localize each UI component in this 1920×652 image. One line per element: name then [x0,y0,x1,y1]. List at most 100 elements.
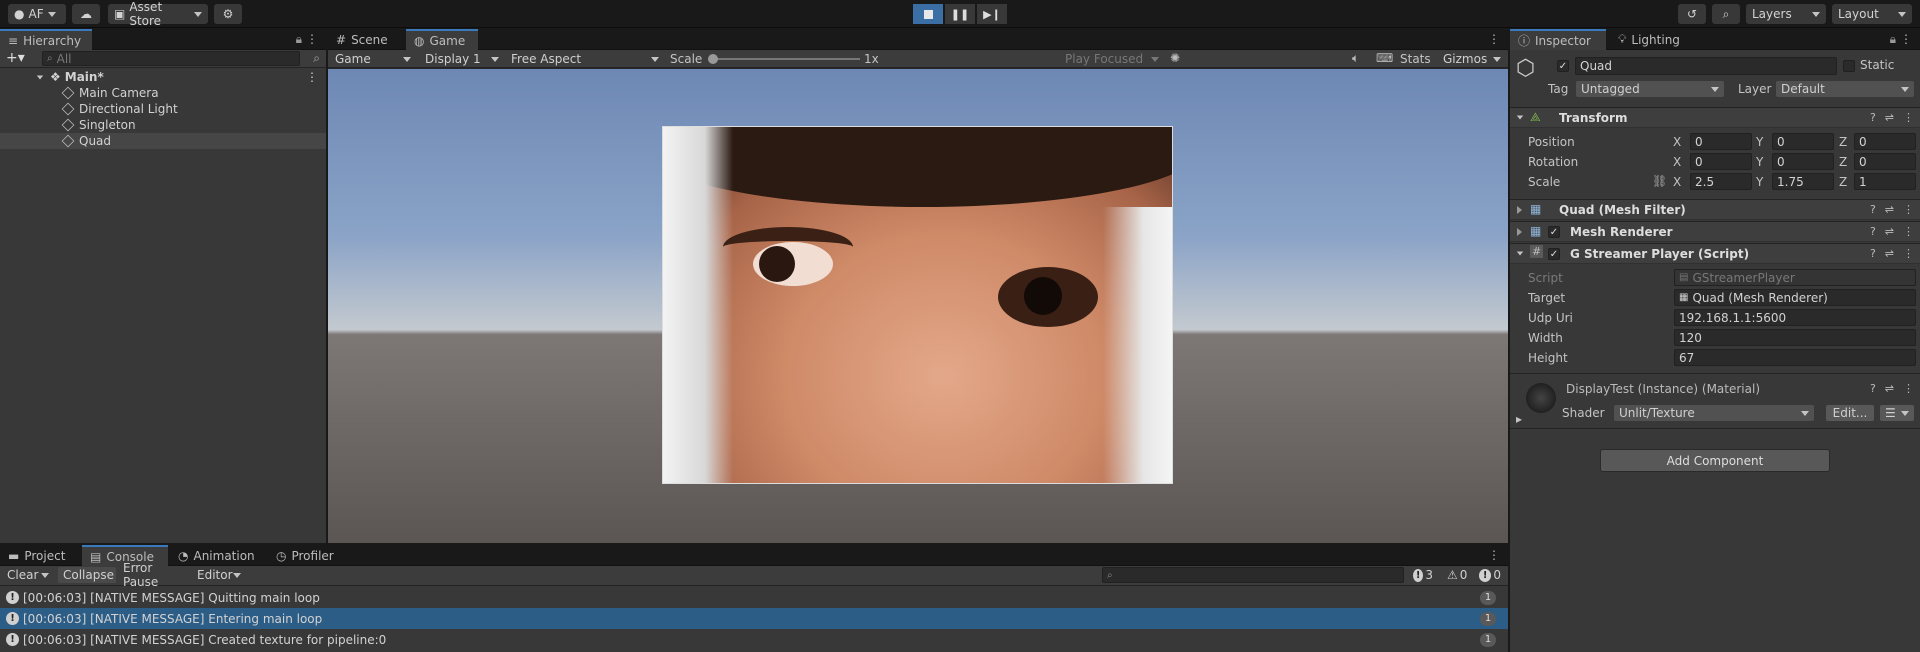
layout-dropdown[interactable]: Layout [1832,4,1912,24]
log-row[interactable]: ! [00:06:03] [NATIVE MESSAGE] Quitting ma… [0,587,1508,608]
scene-search-icon[interactable]: ⌕ [313,51,320,66]
udp-uri-field[interactable]: 192.168.1.1:5600 [1674,309,1916,326]
more-icon[interactable]: ⋮ [1903,203,1914,216]
more-icon[interactable]: ⋮ [1488,32,1500,46]
hierarchy-item-directional-light[interactable]: Directional Light [0,101,326,117]
display-dropdown[interactable]: Display 1 [420,51,504,67]
game-mode-dropdown[interactable]: Game [330,51,416,67]
tab-lighting[interactable]: 💡︎ Lighting [1610,29,1698,50]
log-row[interactable]: ! [00:06:03] [NATIVE MESSAGE] Created tex… [0,629,1508,650]
shader-dropdown[interactable]: Unlit/Texture [1614,405,1814,421]
preset-icon[interactable]: ⇌ [1885,203,1894,216]
mesh-renderer-checkbox[interactable]: ✓ [1548,226,1560,238]
tab-profiler[interactable]: ◷ Profiler [268,545,354,566]
more-icon[interactable]: ⋮ [306,32,318,46]
hierarchy-item-singleton[interactable]: Singleton [0,117,326,133]
keyboard-icon[interactable]: ⌨ [1376,51,1393,65]
info-filter-toggle[interactable]: ! 3 [1408,567,1438,583]
tab-hierarchy[interactable]: ≡ Hierarchy [0,29,92,50]
tab-animation[interactable]: ◔ Animation [170,545,270,566]
scale-z-field[interactable]: 1 [1854,173,1916,190]
add-icon[interactable]: +▾ [6,50,25,66]
preset-icon[interactable]: ⇌ [1885,111,1894,124]
more-icon[interactable]: ⋮ [1903,382,1914,395]
play-focused-dropdown[interactable]: Play Focused [1060,51,1164,67]
more-icon[interactable]: ⋮ [1900,32,1912,46]
more-icon[interactable]: ⋮ [306,70,318,84]
target-field[interactable]: ▦ Quad (Mesh Renderer) [1674,289,1916,306]
step-button[interactable]: ▶❙ [977,4,1007,24]
tab-inspector[interactable]: ⓘ Inspector [1510,29,1606,50]
preset-icon[interactable]: ⇌ [1885,382,1894,395]
preset-icon[interactable]: ⇌ [1885,225,1894,238]
undo-history-button[interactable]: ↺ [1678,4,1706,24]
tab-project[interactable]: ▬ Project [0,545,80,566]
gstreamer-script-header[interactable]: # ✓ G Streamer Player (Script) ? ⇌ ⋮ [1510,243,1920,264]
log-row[interactable]: ! [00:06:03] [NATIVE MESSAGE] Entering ma… [0,608,1508,629]
position-z-field[interactable]: 0 [1854,133,1916,150]
error-filter-toggle[interactable]: ! 0 [1474,567,1506,583]
tab-game[interactable]: ◍ Game [406,29,478,50]
scale-y-field[interactable]: 1.75 [1772,173,1834,190]
help-icon[interactable]: ? [1870,225,1876,238]
add-component-button[interactable]: Add Component [1600,449,1830,472]
shader-edit-button[interactable]: Edit... [1826,405,1874,421]
more-icon[interactable]: ⋮ [1903,247,1914,260]
width-field[interactable]: 120 [1674,329,1916,346]
tab-scene[interactable]: # Scene [328,29,402,50]
object-name-input[interactable]: Quad [1575,57,1837,75]
help-icon[interactable]: ? [1870,247,1876,260]
preset-icon[interactable]: ⇌ [1885,247,1894,260]
position-x-field[interactable]: 0 [1690,133,1752,150]
transform-header[interactable]: ⟁ Transform ? ⇌ ⋮ [1510,107,1920,128]
more-icon[interactable]: ⋮ [1903,111,1914,124]
lock-icon[interactable]: 🔒︎ [1890,32,1896,47]
error-pause-toggle[interactable]: Error Pause [118,561,190,589]
scale-slider[interactable] [708,54,860,64]
layers-dropdown[interactable]: Layers [1746,4,1826,24]
gizmos-dropdown[interactable]: Gizmos [1438,51,1506,67]
height-field[interactable]: 67 [1674,349,1916,366]
search-button[interactable]: ⌕ [1712,4,1740,24]
help-icon[interactable]: ? [1870,203,1876,216]
console-search-input[interactable]: ⌕ [1102,567,1404,583]
hierarchy-search-input[interactable]: ⌕ All [42,51,300,66]
chevron-right-icon[interactable]: ▸ [1516,412,1522,426]
more-icon[interactable]: ⋮ [1903,225,1914,238]
active-checkbox[interactable]: ✓ [1557,60,1569,72]
script-enabled-checkbox[interactable]: ✓ [1548,248,1560,260]
asset-store-dropdown[interactable]: ▣ Asset Store [108,0,208,28]
package-button[interactable]: ⚙ [214,4,242,24]
warning-filter-toggle[interactable]: ⚠ 0 [1442,567,1472,583]
help-icon[interactable]: ? [1870,111,1876,124]
mesh-filter-header[interactable]: ▦ Quad (Mesh Filter) ? ⇌ ⋮ [1510,199,1920,220]
stats-button[interactable]: Stats [1400,52,1431,66]
mesh-renderer-header[interactable]: ▦ ✓ Mesh Renderer ? ⇌ ⋮ [1510,221,1920,242]
audio-icon[interactable]: 🔈︎ [1352,51,1359,66]
layer-dropdown[interactable]: Default [1776,81,1914,97]
lock-icon[interactable]: 🔒︎ [296,32,302,47]
bug-icon[interactable]: ✺ [1170,51,1180,65]
hierarchy-item-quad[interactable]: Quad [0,133,326,149]
editor-dropdown[interactable]: Editor [192,567,244,583]
rotation-z-field[interactable]: 0 [1854,153,1916,170]
game-viewport[interactable] [328,69,1508,543]
collapse-toggle[interactable]: Collapse [58,567,116,583]
position-y-field[interactable]: 0 [1772,133,1834,150]
aspect-dropdown[interactable]: Free Aspect [506,51,664,67]
hierarchy-item-main-camera[interactable]: Main Camera [0,85,326,101]
shader-menu-button[interactable]: ☰ [1880,405,1914,421]
link-icon[interactable]: ⛓ [1652,174,1667,188]
scene-root[interactable]: ❖ Main* ⋮ [0,69,326,85]
account-dropdown[interactable]: ● AF [8,4,66,24]
pause-button[interactable]: ❚❚ [945,4,975,24]
static-checkbox[interactable] [1843,60,1855,72]
play-button[interactable] [913,4,943,24]
cloud-button[interactable]: ☁ [72,4,100,24]
rotation-y-field[interactable]: 0 [1772,153,1834,170]
slider-handle[interactable] [708,54,718,64]
help-icon[interactable]: ? [1870,382,1876,395]
more-icon[interactable]: ⋮ [1488,548,1500,562]
tag-dropdown[interactable]: Untagged [1576,81,1724,97]
scale-x-field[interactable]: 2.5 [1690,173,1752,190]
